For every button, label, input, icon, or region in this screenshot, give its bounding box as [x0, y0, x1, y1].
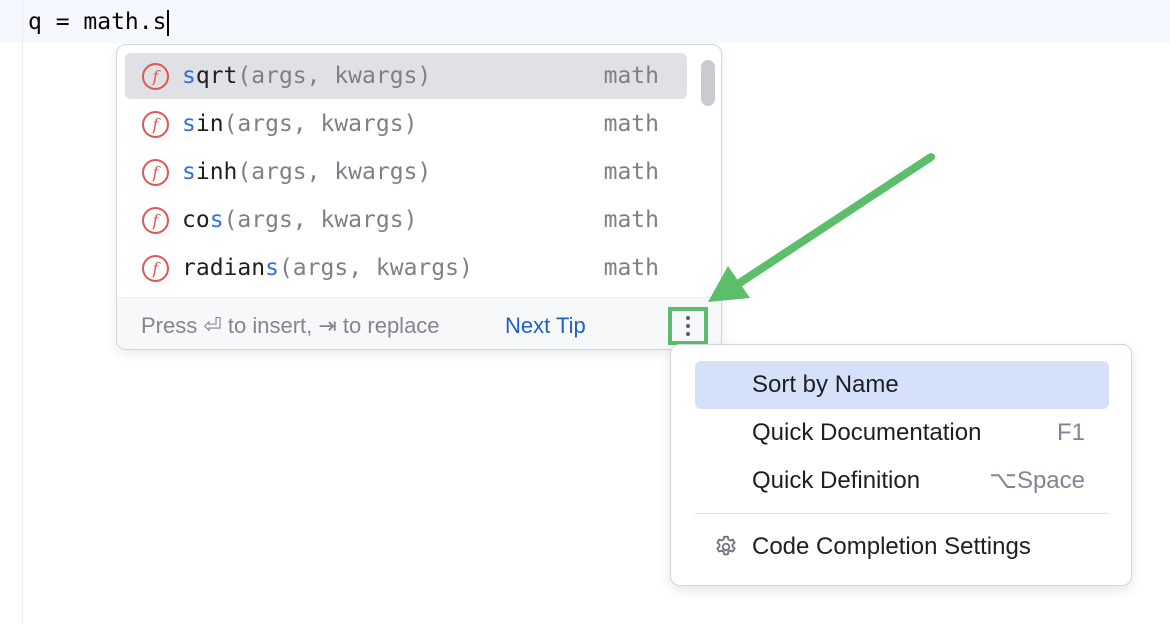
completion-item-location: math [603, 207, 659, 233]
function-icon: f [142, 63, 169, 90]
function-icon: f [142, 111, 169, 138]
menu-item-label: Quick Definition [752, 467, 921, 494]
gear-icon [716, 535, 736, 556]
completion-item-name: sinh(args, kwargs) [182, 159, 432, 185]
menu-item-code-completion-settings[interactable]: Code Completion Settings [695, 523, 1109, 571]
menu-item-label: Quick Documentation [752, 419, 982, 446]
function-icon: f [142, 207, 169, 234]
completion-item-sqrt[interactable]: f sqrt(args, kwargs) math [125, 53, 687, 99]
footer-hint: Press ⏎ to insert, ⇥ to replace [141, 313, 440, 338]
completion-item-location: math [603, 159, 659, 185]
code-line[interactable]: q = math.s [28, 6, 170, 38]
menu-item-quick-documentation[interactable]: Quick Documentation F1 [695, 409, 1109, 457]
menu-item-shortcut: F1 [1056, 419, 1085, 446]
completion-options-menu: Sort by Name Quick Documentation F1 Quic… [670, 344, 1132, 586]
completion-item-cos[interactable]: f cos(args, kwargs) math [125, 197, 687, 243]
completion-item-name: sqrt(args, kwargs) [182, 63, 432, 89]
menu-item-shortcut: ⌥Space [989, 467, 1085, 494]
menu-item-sort-by-name[interactable]: Sort by Name [695, 361, 1109, 409]
completion-item-name: radians(args, kwargs) [182, 255, 473, 281]
menu-item-quick-definition[interactable]: Quick Definition ⌥Space [695, 457, 1109, 505]
completion-scrollbar[interactable] [701, 60, 715, 106]
completion-item-name: sin(args, kwargs) [182, 111, 418, 137]
menu-item-label: Sort by Name [752, 371, 899, 398]
code-text: q = math.s [28, 9, 167, 35]
completion-item-sinh[interactable]: f sinh(args, kwargs) math [125, 149, 687, 195]
function-icon: f [142, 255, 169, 282]
menu-separator [695, 513, 1109, 514]
function-icon: f [142, 159, 169, 186]
completion-item-location: math [603, 111, 659, 137]
completion-list: f sqrt(args, kwargs) math f sin(args, kw… [117, 45, 721, 297]
completion-item-name: cos(args, kwargs) [182, 207, 418, 233]
current-line-highlight [0, 0, 1170, 43]
text-caret [167, 9, 170, 36]
completion-item-location: math [603, 63, 659, 89]
gutter-divider [22, 0, 23, 624]
completion-footer: Press ⏎ to insert, ⇥ to replace Next Tip [117, 297, 721, 349]
completion-popup: f sqrt(args, kwargs) math f sin(args, kw… [116, 44, 722, 350]
completion-item-location: math [603, 255, 659, 281]
completion-item-radians[interactable]: f radians(args, kwargs) math [125, 245, 687, 291]
more-vertical-icon[interactable] [668, 307, 708, 345]
completion-item-sin[interactable]: f sin(args, kwargs) math [125, 101, 687, 147]
menu-item-label: Code Completion Settings [752, 533, 1031, 560]
next-tip-link[interactable]: Next Tip [505, 312, 586, 340]
